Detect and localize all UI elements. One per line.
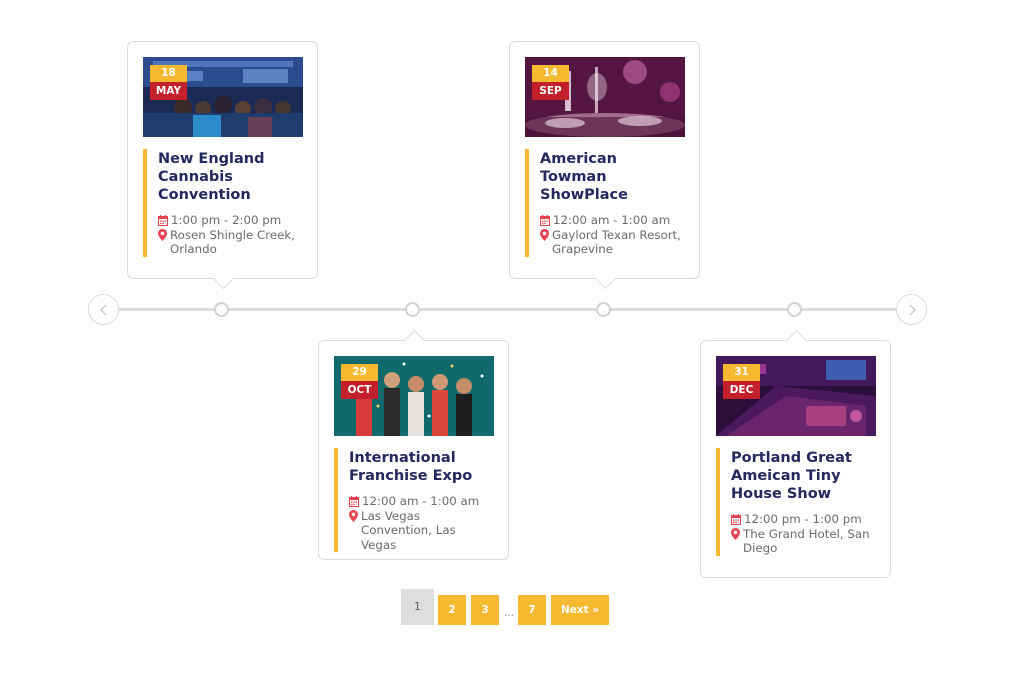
date-badge: 31 DEC bbox=[723, 364, 760, 399]
map-pin-icon bbox=[731, 527, 740, 540]
event-card[interactable]: 29 OCT International Franchise Expo 12:0… bbox=[318, 340, 509, 560]
event-location: The Grand Hotel, San Diego bbox=[731, 527, 875, 556]
pagination: 1 2 3 … 7 Next » bbox=[401, 589, 610, 625]
calendar-icon bbox=[540, 215, 550, 226]
event-location: Las Vegas Convention, Las Vegas bbox=[349, 509, 493, 553]
event-time-text: 12:00 am - 1:00 am bbox=[362, 494, 480, 508]
event-time-text: 12:00 pm - 1:00 pm bbox=[744, 512, 862, 526]
map-pin-icon bbox=[158, 228, 167, 241]
event-month: DEC bbox=[723, 381, 760, 399]
map-pin-icon bbox=[349, 509, 358, 522]
calendar-icon bbox=[158, 215, 168, 226]
event-day: 14 bbox=[532, 65, 569, 82]
event-image[interactable]: 29 OCT bbox=[334, 356, 494, 436]
chevron-left-icon bbox=[99, 304, 106, 315]
event-card[interactable]: 31 DEC Portland Great Ameican Tiny House… bbox=[700, 340, 891, 578]
timeline-dot[interactable] bbox=[214, 302, 229, 317]
event-month: SEP bbox=[532, 82, 569, 100]
date-badge: 14 SEP bbox=[532, 65, 569, 100]
calendar-icon bbox=[349, 496, 359, 507]
event-image[interactable]: 14 SEP bbox=[525, 57, 685, 137]
timeline-next-button[interactable] bbox=[896, 294, 927, 325]
event-title[interactable]: International Franchise Expo bbox=[349, 448, 493, 485]
event-details: Portland Great Ameican Tiny House Show 1… bbox=[716, 448, 875, 556]
page-7-button[interactable]: 7 bbox=[518, 595, 546, 625]
next-page-button[interactable]: Next » bbox=[551, 595, 610, 625]
event-time: 12:00 am - 1:00 am bbox=[349, 494, 493, 509]
event-location-text: The Grand Hotel, San Diego bbox=[743, 526, 870, 556]
event-time-text: 12:00 am - 1:00 am bbox=[553, 213, 671, 227]
event-card[interactable]: 18 MAY New England Cannabis Convention 1… bbox=[127, 41, 318, 279]
event-month: MAY bbox=[150, 82, 187, 100]
event-location: Rosen Shingle Creek, Orlando bbox=[158, 228, 302, 257]
event-title[interactable]: American Towman ShowPlace bbox=[540, 149, 684, 204]
event-month: OCT bbox=[341, 381, 378, 399]
timeline-prev-button[interactable] bbox=[88, 294, 119, 325]
page-3-button[interactable]: 3 bbox=[471, 595, 499, 625]
date-badge: 18 MAY bbox=[150, 65, 187, 100]
event-time: 12:00 pm - 1:00 pm bbox=[731, 512, 875, 527]
event-details: New England Cannabis Convention 1:00 pm … bbox=[143, 149, 302, 257]
page-ellipsis: … bbox=[504, 608, 514, 619]
event-location: Gaylord Texan Resort, Grapevine bbox=[540, 228, 684, 257]
event-image[interactable]: 18 MAY bbox=[143, 57, 303, 137]
event-title[interactable]: New England Cannabis Convention bbox=[158, 149, 302, 204]
event-location-text: Las Vegas Convention, Las Vegas bbox=[361, 508, 456, 552]
event-details: American Towman ShowPlace 12:00 am - 1:0… bbox=[525, 149, 684, 257]
timeline-dot[interactable] bbox=[405, 302, 420, 317]
chevron-right-icon bbox=[909, 304, 916, 315]
event-card[interactable]: 14 SEP American Towman ShowPlace 12:00 a… bbox=[509, 41, 700, 279]
event-image[interactable]: 31 DEC bbox=[716, 356, 876, 436]
map-pin-icon bbox=[540, 228, 549, 241]
page-current: 1 bbox=[401, 589, 434, 625]
page-2-button[interactable]: 2 bbox=[438, 595, 466, 625]
event-time: 1:00 pm - 2:00 pm bbox=[158, 213, 302, 228]
event-day: 29 bbox=[341, 364, 378, 381]
event-location-text: Gaylord Texan Resort, Grapevine bbox=[552, 227, 681, 257]
event-details: International Franchise Expo 12:00 am - … bbox=[334, 448, 493, 552]
event-day: 18 bbox=[150, 65, 187, 82]
timeline-dot[interactable] bbox=[787, 302, 802, 317]
timeline-track bbox=[118, 308, 897, 311]
timeline-dot[interactable] bbox=[596, 302, 611, 317]
event-title[interactable]: Portland Great Ameican Tiny House Show bbox=[731, 448, 875, 503]
event-day: 31 bbox=[723, 364, 760, 381]
event-location-text: Rosen Shingle Creek, Orlando bbox=[170, 227, 295, 257]
calendar-icon bbox=[731, 514, 741, 525]
event-time: 12:00 am - 1:00 am bbox=[540, 213, 684, 228]
date-badge: 29 OCT bbox=[341, 364, 378, 399]
event-time-text: 1:00 pm - 2:00 pm bbox=[171, 213, 282, 227]
